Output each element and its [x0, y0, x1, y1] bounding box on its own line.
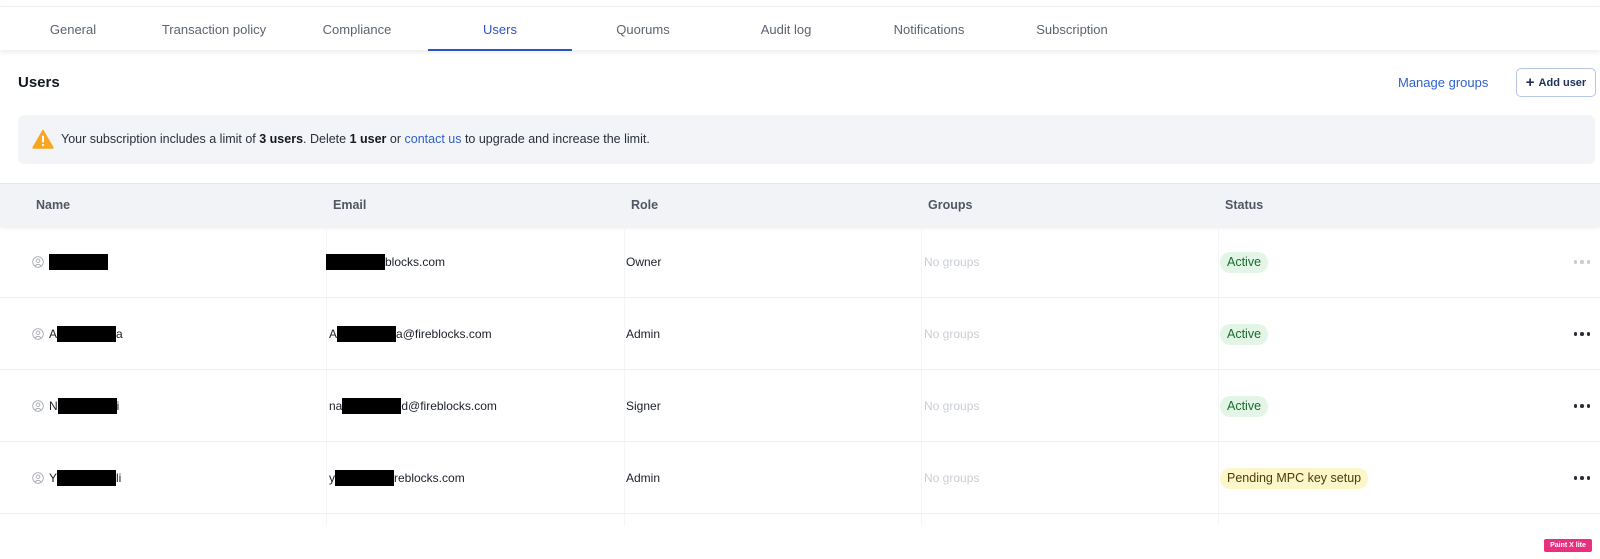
redaction-block [335, 470, 394, 486]
user-status-cell: Active [1220, 298, 1269, 370]
banner-text-part: to upgrade and increase the limit. [461, 132, 650, 146]
user-name-suffix: li [116, 471, 122, 485]
user-email-cell: blocks.com [326, 226, 445, 298]
table-row[interactable]: blocks.com Owner No groups Active [0, 226, 1600, 298]
user-limit-value: 3 users [259, 132, 304, 146]
tab-subscription[interactable]: Subscription [999, 7, 1145, 51]
user-email-suffix: reblocks.com [394, 471, 465, 485]
user-groups-cell: No groups [924, 327, 980, 341]
tab-audit-log[interactable]: Audit log [713, 7, 859, 51]
user-groups-cell: No groups [924, 399, 980, 413]
status-badge: Active [1220, 395, 1269, 417]
user-email-suffix: d@fireblocks.com [401, 399, 497, 413]
tab-quorums[interactable]: Quorums [570, 7, 716, 51]
users-settings-page: General Transaction policy Compliance Us… [0, 0, 1600, 559]
redaction-block [49, 254, 108, 270]
user-email-prefix: A [329, 327, 338, 341]
table-row[interactable]: Aa Aa@fireblocks.com Admin No groups Act… [0, 298, 1600, 370]
user-role-cell: Admin [626, 327, 661, 341]
user-email-cell: Aa@fireblocks.com [329, 298, 492, 370]
user-name-suffix: i [116, 399, 120, 413]
row-menu-icon[interactable] [1570, 442, 1594, 514]
user-email-cell: y reblocks.com [329, 442, 465, 514]
row-menu-icon[interactable] [1570, 226, 1594, 298]
column-header-email[interactable]: Email [333, 198, 366, 212]
user-name-suffix: a [116, 327, 123, 341]
user-name-cell: Aa [32, 298, 123, 370]
add-user-button[interactable]: + Add user [1516, 68, 1596, 97]
add-user-label: Add user [1538, 76, 1587, 89]
user-name-cell: Yli [32, 442, 121, 514]
page-title: Users [18, 74, 60, 91]
user-status-cell: Pending MPC key setup [1220, 442, 1369, 514]
redaction-block [57, 470, 117, 486]
redaction-block [337, 326, 397, 342]
table-row[interactable]: Ni na d@fireblocks.com Signer No groups A… [0, 370, 1600, 442]
manage-groups-link[interactable]: Manage groups [1398, 75, 1488, 90]
column-header-groups[interactable]: Groups [928, 198, 972, 212]
table-row[interactable]: Yli y reblocks.com Admin No groups Pendin… [0, 442, 1600, 514]
banner-text-part: . Delete [303, 132, 350, 146]
user-name-prefix: N [49, 399, 58, 413]
status-badge: Pending MPC key setup [1220, 467, 1369, 489]
redaction-block [57, 398, 117, 414]
tab-compliance[interactable]: Compliance [284, 7, 430, 51]
delete-count-value: 1 user [349, 132, 387, 146]
column-header-name[interactable]: Name [36, 198, 70, 212]
user-icon [32, 472, 44, 484]
tab-transaction-policy[interactable]: Transaction policy [141, 7, 287, 51]
redaction-block [326, 254, 385, 270]
user-name-cell: Ni [32, 370, 119, 442]
user-email-cell: na d@fireblocks.com [329, 370, 497, 442]
status-badge: Active [1220, 323, 1269, 345]
redaction-block [342, 398, 402, 414]
user-role-cell: Admin [626, 471, 661, 485]
user-email-suffix: blocks.com [385, 255, 446, 269]
banner-message: Your subscription includes a limit of 3 … [61, 132, 650, 146]
subscription-limit-banner: Your subscription includes a limit of 3 … [18, 115, 1595, 164]
tab-users[interactable]: Users [428, 7, 572, 51]
banner-text-part: Your subscription includes a limit of [61, 132, 260, 146]
contact-us-link[interactable]: contact us [405, 132, 462, 146]
redaction-block [57, 326, 117, 342]
user-icon [32, 256, 44, 268]
user-status-cell: Active [1220, 370, 1269, 442]
tab-general[interactable]: General [0, 7, 146, 51]
user-name-prefix: Y [49, 471, 58, 485]
row-menu-icon[interactable] [1570, 298, 1594, 370]
user-role-cell: Signer [626, 399, 661, 413]
user-name-cell [32, 226, 108, 298]
user-email-prefix: na [329, 399, 343, 413]
user-status-cell: Active [1220, 226, 1269, 298]
paint-x-lite-watermark: Paint X lite [1544, 539, 1592, 552]
warning-icon [32, 129, 54, 149]
user-role-cell: Owner [626, 255, 662, 269]
users-table-header: Name Email Role Groups Status [0, 183, 1600, 226]
user-icon [32, 328, 44, 340]
user-email-suffix: a@fireblocks.com [396, 327, 492, 341]
user-groups-cell: No groups [924, 471, 980, 485]
user-groups-cell: No groups [924, 255, 980, 269]
plus-icon: + [1525, 73, 1535, 91]
banner-text-part: or [386, 132, 405, 146]
tab-notifications[interactable]: Notifications [856, 7, 1002, 51]
user-icon [32, 400, 44, 412]
column-header-status[interactable]: Status [1225, 198, 1263, 212]
settings-tab-bar: General Transaction policy Compliance Us… [0, 6, 1600, 51]
row-menu-icon[interactable] [1570, 370, 1594, 442]
column-header-role[interactable]: Role [631, 198, 658, 212]
user-name-prefix: A [49, 327, 58, 341]
status-badge: Active [1220, 251, 1269, 273]
